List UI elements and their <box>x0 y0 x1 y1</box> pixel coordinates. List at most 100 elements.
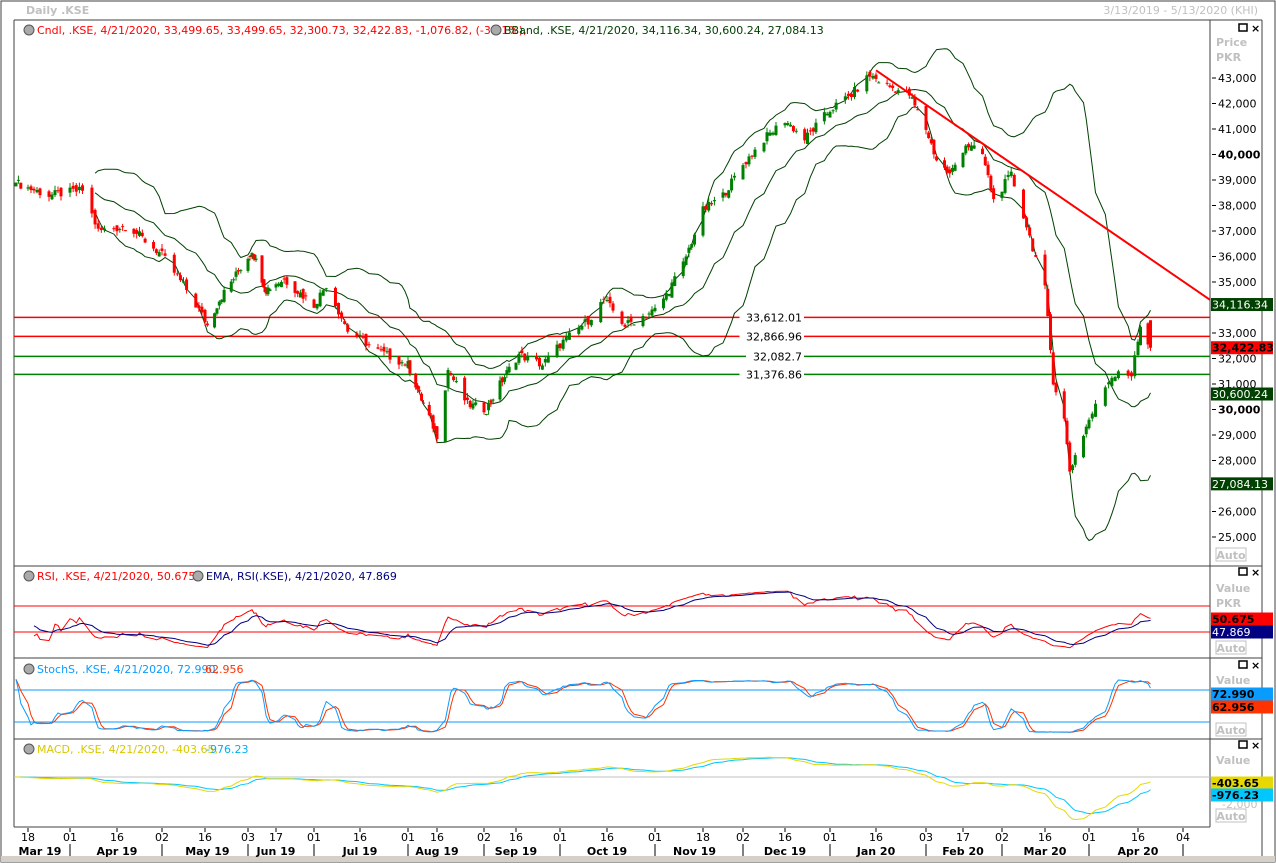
candle-up <box>843 96 847 100</box>
legend-stoch[interactable]: StochS, .KSE, 4/21/2020, 72.990, 62.956 <box>23 663 244 676</box>
candle-up <box>589 319 593 326</box>
legend-rsi[interactable]: RSI, .KSE, 4/21/2020, 50.675, EMA, RSI(.… <box>23 570 397 583</box>
macd-signal-legend-text: -976.23 <box>206 743 248 756</box>
candle-down <box>337 302 341 315</box>
auto-scale-label[interactable]: Auto <box>1216 549 1246 562</box>
price-tick-label: 42,000 <box>1218 98 1257 111</box>
date-tick-label: 02 <box>477 831 491 844</box>
chart-window: Daily .KSE 3/13/2019 - 5/13/2020 (KHI) C… <box>0 0 1276 863</box>
candle-down <box>59 187 63 197</box>
candle-down <box>932 139 936 155</box>
candle-up <box>217 301 221 306</box>
candle-up <box>701 206 705 236</box>
candle-down <box>535 356 539 360</box>
candle-up <box>580 325 584 330</box>
legend-macd[interactable]: MACD, .KSE, 4/21/2020, -403.65, -976.23 <box>23 743 248 756</box>
clock-icon <box>23 663 35 675</box>
date-tick-label: 01 <box>553 831 567 844</box>
candle-down <box>891 85 895 88</box>
auto-scale-label[interactable]: Auto <box>1216 642 1246 655</box>
candle-up <box>712 200 716 202</box>
month-label: Feb 20 <box>942 845 984 858</box>
candle-up <box>1103 387 1107 406</box>
candle-down <box>1126 370 1130 376</box>
candle-down <box>99 227 103 230</box>
close-icon[interactable]: × <box>1251 659 1260 672</box>
candle-down <box>163 253 167 256</box>
candle-down <box>945 166 949 173</box>
price-tick-label: 40,000 <box>1218 149 1261 162</box>
rsi-currency-label: PKR <box>1216 597 1242 610</box>
candle-up <box>647 313 651 315</box>
close-icon[interactable]: × <box>1251 22 1260 35</box>
candle-up <box>229 281 233 292</box>
auto-scale-label[interactable]: Auto <box>1216 810 1246 823</box>
candle-up <box>664 293 668 300</box>
candle-down <box>178 275 182 281</box>
candle-down <box>602 298 606 300</box>
candle-up <box>806 132 809 144</box>
candle-up <box>693 234 697 245</box>
candle-down <box>520 350 524 354</box>
candle-down <box>608 296 612 304</box>
price-tick-label: 37,000 <box>1218 225 1257 238</box>
candle-down <box>983 156 987 166</box>
stoch-value-label: Value <box>1216 674 1250 687</box>
candle-down <box>32 188 36 191</box>
candle-up <box>35 189 39 193</box>
candle-up <box>687 247 691 253</box>
price-tick-label: 26,000 <box>1218 506 1257 519</box>
candle-up <box>274 284 278 288</box>
candle-up <box>555 344 559 356</box>
candle-up <box>950 167 954 172</box>
candle-down <box>427 404 431 416</box>
candle-up <box>118 228 122 230</box>
candle-down <box>200 306 204 313</box>
candle-down <box>154 249 158 254</box>
date-tick-label: 17 <box>956 831 970 844</box>
candle-up <box>400 362 404 364</box>
candle-down <box>811 128 815 132</box>
date-range: 3/13/2019 - 5/13/2020 (KHI) <box>1103 4 1258 17</box>
candle-down <box>304 295 308 297</box>
close-icon[interactable]: × <box>1251 739 1260 752</box>
date-tick-label: 01 <box>307 831 321 844</box>
candle-down <box>523 353 527 361</box>
date-tick-label: 16 <box>509 831 523 844</box>
candle-down <box>927 132 931 139</box>
candle-down <box>611 303 615 311</box>
candle-up <box>487 403 491 411</box>
candle-down <box>403 364 407 366</box>
candle-down <box>143 238 147 243</box>
candle-up <box>443 390 447 442</box>
candle-down <box>808 130 812 132</box>
candle-down <box>382 346 386 352</box>
candle-up <box>546 355 550 363</box>
candle-up <box>507 366 511 373</box>
candle-down <box>93 209 97 225</box>
candle-up <box>605 299 609 301</box>
candle-up <box>526 355 530 361</box>
candle-down <box>1028 227 1032 236</box>
candle-down <box>750 155 754 157</box>
legend-candle[interactable]: Cndl, .KSE, 4/21/2020, 33,499.65, 33,499… <box>23 24 824 37</box>
candle-up <box>732 175 736 178</box>
date-tick-label: 16 <box>1038 831 1052 844</box>
candle-down <box>418 390 422 392</box>
candle-up <box>972 145 976 149</box>
candle-down <box>340 312 344 319</box>
date-tick-label: 16 <box>110 831 124 844</box>
candle-down <box>56 190 60 192</box>
candle-down <box>791 126 795 132</box>
chart-canvas[interactable]: Daily .KSE 3/13/2019 - 5/13/2020 (KHI) C… <box>0 0 1276 863</box>
candle-up <box>1073 455 1077 465</box>
candle-down <box>846 93 850 96</box>
price-tick-label: 28,000 <box>1218 455 1257 468</box>
candle-up <box>762 142 766 152</box>
month-label: Dec 19 <box>764 845 806 858</box>
close-icon[interactable]: × <box>1251 566 1260 579</box>
currency-label: PKR <box>1216 51 1242 64</box>
candle-down <box>132 228 136 234</box>
auto-scale-label[interactable]: Auto <box>1216 724 1246 737</box>
candle-up <box>910 97 914 99</box>
